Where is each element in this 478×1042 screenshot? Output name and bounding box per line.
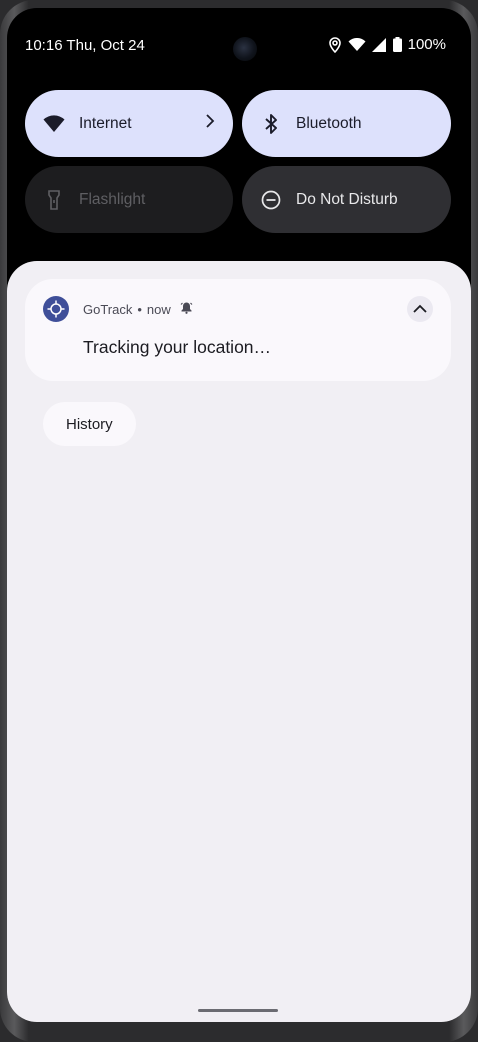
notification-time: now [146,301,171,317]
battery-percent: 100% [407,36,446,53]
location-icon [328,36,342,53]
front-camera [233,37,257,61]
header-separator: • [137,301,142,317]
tile-dnd-label: Do Not Disturb [296,190,398,208]
tile-flashlight-label: Flashlight [79,190,146,208]
tile-internet-label: Internet [79,114,132,132]
chevron-right-icon [205,114,215,133]
notification-shade: GoTrack • now Tracking your location… Hi… [7,261,471,1022]
notification-text: Tracking your location… [83,337,272,357]
collapse-button[interactable] [407,296,433,322]
tile-internet[interactable]: Internet [25,90,233,157]
navigation-handle[interactable] [198,1009,278,1012]
chevron-up-icon [413,300,427,318]
signal-icon [371,37,387,52]
bluetooth-icon [260,113,282,135]
tile-flashlight[interactable]: Flashlight [25,166,233,233]
tile-do-not-disturb[interactable]: Do Not Disturb [242,166,451,233]
tile-bluetooth[interactable]: Bluetooth [242,90,451,157]
crosshair-icon [43,296,69,322]
notification-header: GoTrack • now [83,301,193,317]
wifi-icon [348,37,366,52]
wifi-icon [43,113,65,135]
status-time-date: 10:16 Thu, Oct 24 [25,37,145,54]
dnd-icon [260,189,282,211]
history-button[interactable]: History [43,402,136,446]
app-name: GoTrack [83,301,133,317]
alert-bell-icon [180,301,193,317]
phone-screen: 10:16 Thu, Oct 24 100% Internet Bluetoot… [7,8,471,1022]
status-icons: 100% [328,36,446,53]
flashlight-icon [43,189,65,211]
notification-card[interactable]: GoTrack • now Tracking your location… [25,279,451,381]
battery-icon [392,37,402,52]
tile-bluetooth-label: Bluetooth [296,114,362,132]
